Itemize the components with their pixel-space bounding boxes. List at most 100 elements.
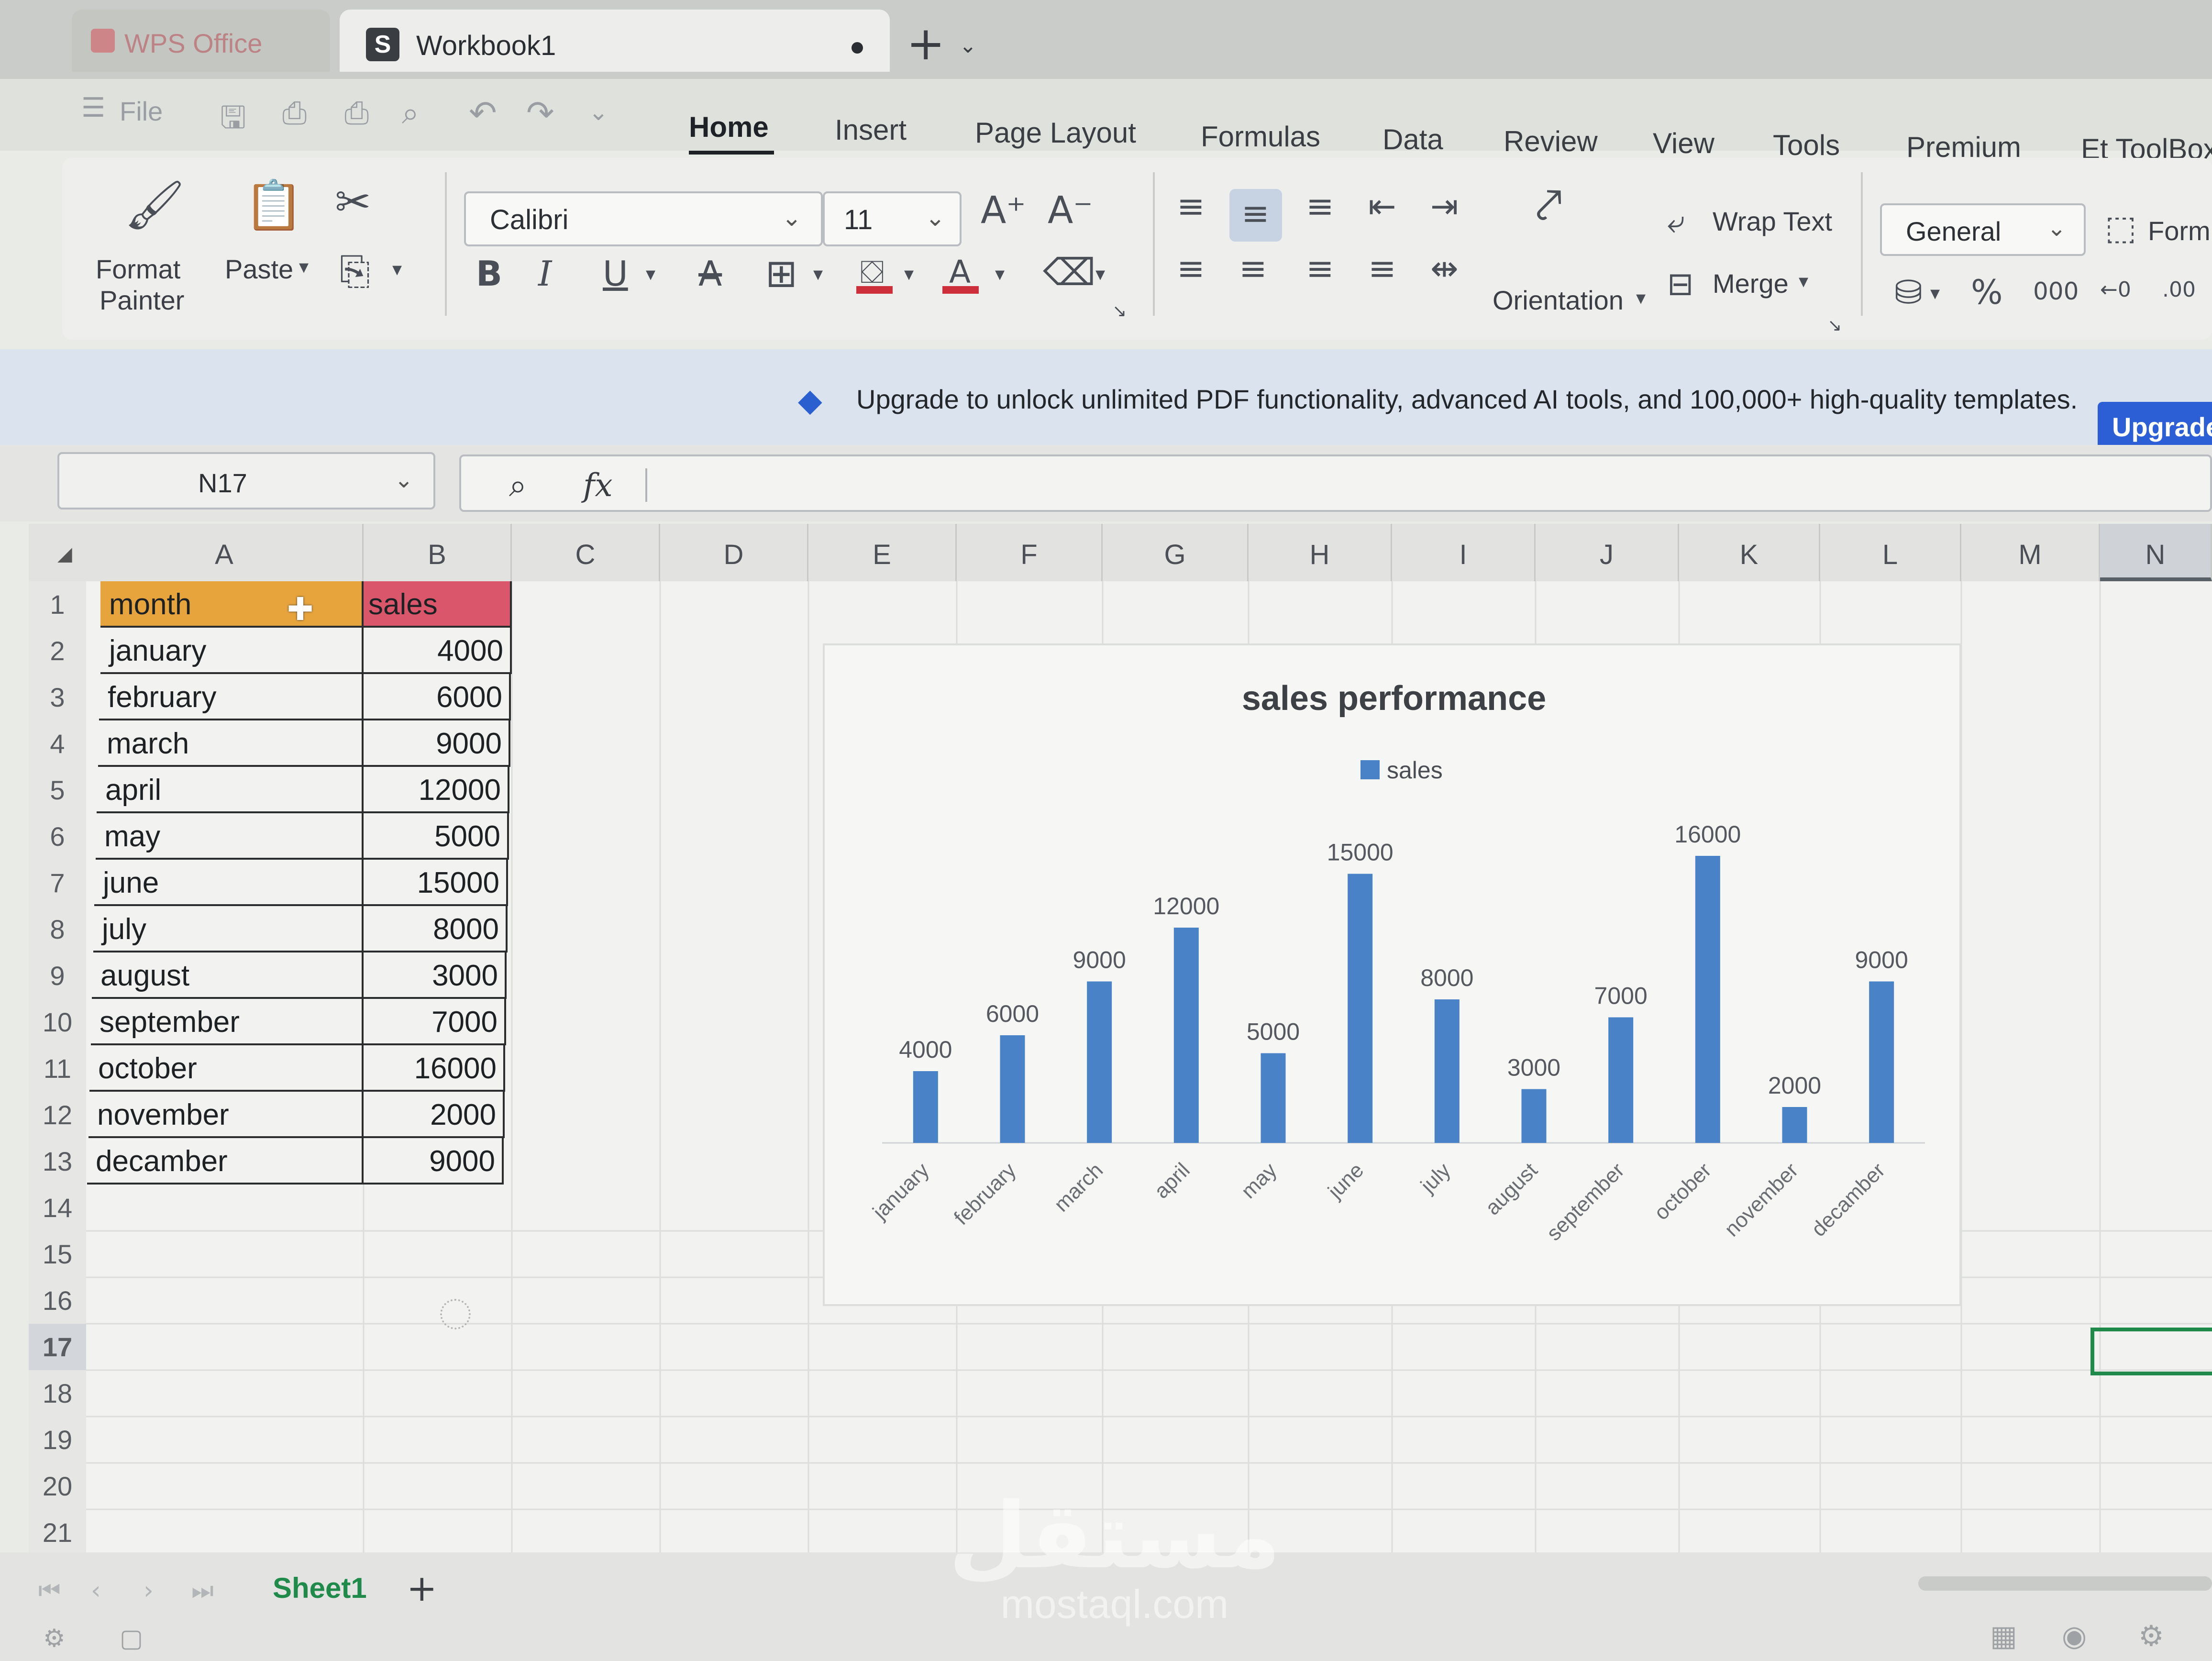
horizontal-scrollbar[interactable] — [1918, 1576, 2212, 1591]
orientation-chevron-icon[interactable]: ▾ — [1636, 287, 1646, 309]
row-header-19[interactable]: 19 — [29, 1417, 86, 1463]
wrap-text-button[interactable]: Wrap Text — [1713, 206, 1832, 237]
column-header-g[interactable]: G — [1103, 524, 1249, 581]
format-cells-icon[interactable]: ⬚ — [2105, 208, 2136, 247]
tab-formulas[interactable]: Formulas — [1201, 120, 1320, 153]
column-header-k[interactable]: K — [1679, 524, 1820, 581]
formula-input[interactable]: ⌕ fx — [459, 454, 2212, 512]
reading-view-icon[interactable]: ◉ — [2062, 1619, 2087, 1653]
file-menu[interactable]: File — [120, 96, 163, 127]
cell-sales[interactable]: 4000 — [364, 628, 512, 674]
cell-month[interactable]: july — [93, 906, 364, 952]
row-header-10[interactable]: 10 — [29, 999, 86, 1045]
first-sheet-icon[interactable]: ⏮ — [38, 1576, 61, 1606]
format-button[interactable]: Form — [2148, 215, 2211, 246]
underline-chevron-icon[interactable]: ▾ — [646, 263, 655, 285]
column-header-e[interactable]: E — [808, 524, 957, 581]
bar-september[interactable] — [1608, 1017, 1634, 1143]
cell-sales[interactable]: 5000 — [364, 813, 509, 860]
row-header-16[interactable]: 16 — [29, 1277, 86, 1324]
column-header-f[interactable]: F — [957, 524, 1103, 581]
app-tab[interactable]: WPS Office — [72, 10, 330, 72]
row-header-18[interactable]: 18 — [29, 1370, 86, 1417]
bar-july[interactable] — [1434, 999, 1460, 1143]
copy-dropdown-chevron-icon[interactable]: ▾ — [392, 258, 402, 280]
cell-sales[interactable]: 15000 — [364, 860, 508, 906]
font-color-chevron-icon[interactable]: ▾ — [995, 263, 1005, 285]
format-painter-button[interactable]: 🖌 Format Painter — [96, 177, 201, 321]
fill-color-chevron-icon[interactable]: ▾ — [904, 263, 914, 285]
print-icon[interactable]: ⎙ — [344, 96, 369, 131]
print-preview-icon[interactable]: ⌕ — [402, 96, 419, 131]
orientation-icon[interactable]: ⤤ — [1536, 177, 1562, 233]
export-pdf-icon[interactable]: ⎙ — [282, 96, 307, 131]
row-header-4[interactable]: 4 — [29, 720, 86, 767]
sales-bar-chart[interactable]: sales performance sales 4000 january 6000 f… — [823, 643, 1961, 1306]
font-dialog-launcher-icon[interactable]: ↘ — [1112, 301, 1127, 321]
tab-data[interactable]: Data — [1382, 123, 1443, 156]
bar-october[interactable] — [1695, 856, 1720, 1143]
cell-month[interactable]: september — [91, 999, 364, 1045]
last-sheet-icon[interactable]: ⏭ — [191, 1576, 214, 1606]
more-chevron-icon[interactable]: ⌄ — [588, 98, 608, 126]
cell-month[interactable]: june — [94, 860, 364, 906]
cell-sales[interactable]: 9000 — [364, 1138, 504, 1185]
column-header-j[interactable]: J — [1536, 524, 1679, 581]
cell-sales[interactable]: 8000 — [364, 906, 508, 952]
scissors-icon[interactable]: ✂ — [335, 177, 371, 227]
currency-icon[interactable]: ⛁ — [1894, 273, 1923, 312]
row-header-1[interactable]: 1 — [29, 581, 86, 628]
cell-month[interactable]: february — [99, 674, 364, 720]
cell-month[interactable]: march — [98, 720, 364, 767]
row-header-12[interactable]: 12 — [29, 1092, 86, 1138]
status-macro-icon[interactable]: ⚙ — [43, 1624, 66, 1653]
bar-june[interactable] — [1348, 874, 1373, 1143]
selected-cell-n17[interactable] — [2090, 1328, 2212, 1375]
underline-icon[interactable]: U — [603, 254, 628, 294]
copy-icon[interactable]: ⎘ — [340, 249, 370, 294]
increase-indent-icon[interactable]: ⇥ — [1430, 187, 1459, 226]
new-tab-button[interactable]: + — [907, 17, 945, 70]
borders-chevron-icon[interactable]: ▾ — [813, 263, 823, 285]
undo-icon[interactable]: ↶ — [469, 93, 497, 133]
borders-icon[interactable]: ⊞ — [765, 251, 797, 296]
column-header-h[interactable]: H — [1249, 524, 1392, 581]
distributed-align-icon[interactable]: ⇹ — [1430, 249, 1459, 288]
bar-november[interactable] — [1782, 1107, 1807, 1143]
tab-insert[interactable]: Insert — [835, 113, 907, 146]
align-center-icon[interactable]: ≡ — [1239, 249, 1267, 288]
bar-january[interactable] — [913, 1071, 938, 1143]
cell-month[interactable]: decamber — [87, 1138, 364, 1185]
alignment-dialog-launcher-icon[interactable]: ↘ — [1827, 316, 1842, 335]
row-header-3[interactable]: 3 — [29, 674, 86, 720]
cell-month[interactable]: may — [96, 813, 364, 860]
cell-sales[interactable]: 12000 — [364, 767, 509, 813]
upgrade-button[interactable]: Upgrade — [2098, 402, 2212, 450]
insert-function-fx-icon[interactable]: fx — [583, 467, 613, 504]
cell-a1-header[interactable]: month — [100, 581, 364, 628]
cell-sales[interactable]: 6000 — [364, 674, 511, 720]
prev-sheet-icon[interactable]: ‹ — [91, 1576, 101, 1605]
bar-may[interactable] — [1261, 1053, 1286, 1143]
align-middle-button[interactable]: ≡ — [1229, 189, 1282, 242]
column-header-l[interactable]: L — [1820, 524, 1961, 581]
thousands-separator-icon[interactable]: 000 — [2033, 277, 2079, 305]
redo-icon[interactable]: ↷ — [526, 93, 554, 133]
row-header-7[interactable]: 7 — [29, 860, 86, 906]
merge-chevron-icon[interactable]: ▾ — [1799, 270, 1808, 292]
row-header-2[interactable]: 2 — [29, 628, 86, 674]
sheet-tab-sheet1[interactable]: Sheet1 — [273, 1572, 367, 1605]
paste-button[interactable]: 📋 Paste ▾ — [220, 177, 316, 292]
row-header-5[interactable]: 5 — [29, 767, 86, 813]
merge-icon[interactable]: ⊟ — [1667, 266, 1693, 302]
row-header-20[interactable]: 20 — [29, 1463, 86, 1509]
clear-format-eraser-icon[interactable]: ⌫ — [1043, 251, 1095, 294]
align-bottom-icon[interactable]: ≡ — [1306, 187, 1334, 226]
cell-b1-header[interactable]: sales — [364, 581, 512, 628]
tab-tools[interactable]: Tools — [1773, 129, 1840, 162]
bold-icon[interactable]: B — [476, 254, 502, 294]
hamburger-icon[interactable]: ☰ — [81, 92, 105, 123]
row-header-14[interactable]: 14 — [29, 1185, 86, 1231]
tab-review[interactable]: Review — [1504, 125, 1598, 158]
cell-month[interactable]: april — [97, 767, 364, 813]
